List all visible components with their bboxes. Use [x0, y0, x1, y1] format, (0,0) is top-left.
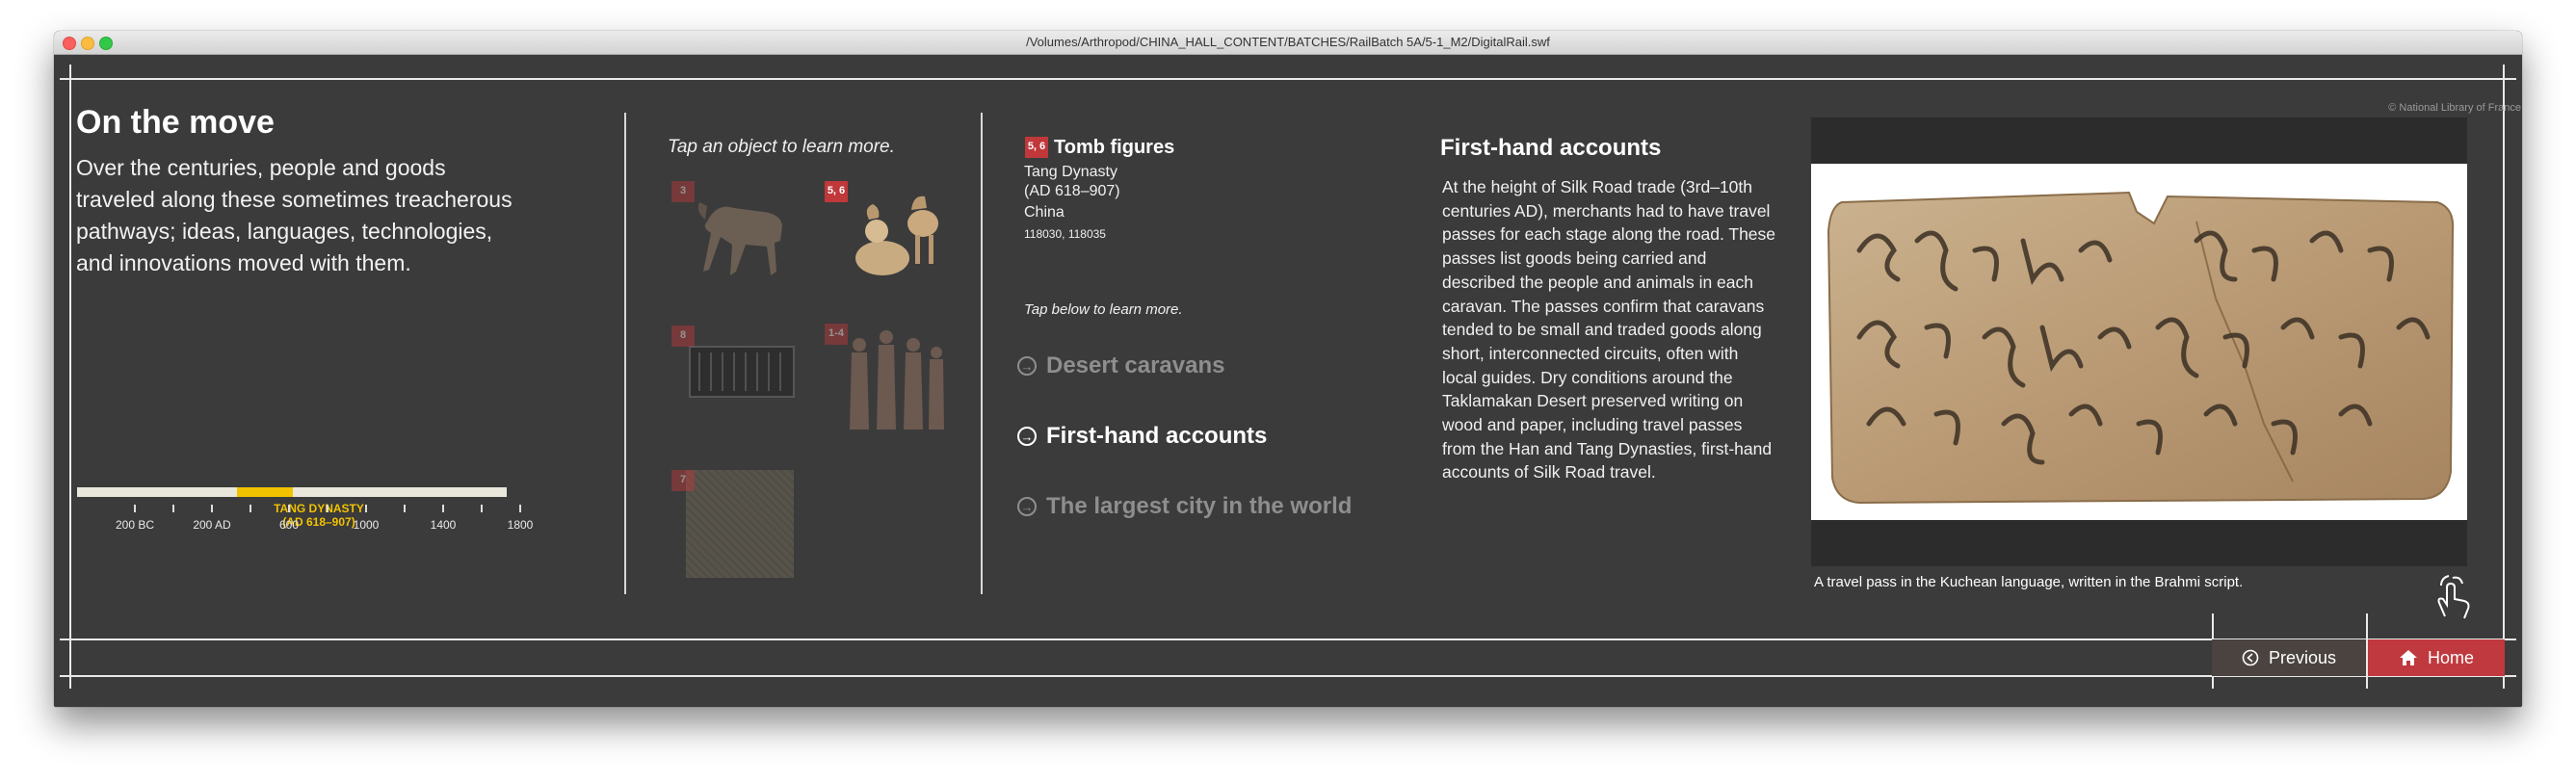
home-button[interactable]: Home [2368, 639, 2505, 676]
timeline-tick [519, 505, 521, 512]
guide-line-top [60, 78, 2516, 80]
tick-label: 600 [278, 518, 300, 532]
link-desert-caravans[interactable]: → Desert caravans [1017, 351, 1224, 381]
link-label: The largest city in the world [1046, 493, 1353, 519]
timeline-tick [442, 505, 444, 512]
image-credit: © National Library of France [2388, 102, 2521, 114]
page-title: On the move [76, 104, 275, 141]
link-first-hand-accounts[interactable]: → First-hand accounts [1017, 421, 1267, 452]
object-badge: 3 [671, 181, 695, 202]
tick-label: 1400 [430, 518, 457, 532]
title-bar: /Volumes/Arthropod/CHINA_HALL_CONTENT/BA… [54, 31, 2522, 55]
timeline-tick [250, 505, 251, 512]
guide-line-left [69, 65, 71, 689]
accounts-heading: First-hand accounts [1440, 135, 1662, 161]
intro-text: Over the centuries, people and goods tra… [76, 155, 513, 275]
object-badge: 5, 6 [825, 181, 848, 202]
detail-dynasty: Tang Dynasty [1024, 164, 1117, 180]
detail-title: Tomb figures [1054, 137, 1175, 158]
box-object-image [689, 346, 795, 398]
link-label: First-hand accounts [1046, 423, 1268, 449]
detail-catalog: 118030, 118035 [1024, 227, 1106, 241]
previous-label: Previous [2268, 647, 2337, 667]
timeline-tick [404, 505, 406, 512]
previous-button[interactable]: Previous [2212, 639, 2366, 676]
figurines-image [850, 330, 944, 430]
object-badge: 1-4 [825, 324, 848, 345]
tick-label: 200 AD [193, 518, 231, 532]
timeline-highlight [236, 487, 294, 497]
textile-image [686, 470, 794, 578]
camel-figure-image [855, 196, 938, 275]
timeline-tick [327, 505, 329, 512]
arrow-circle-icon: → [1017, 427, 1037, 446]
horse-figure-image [697, 202, 782, 275]
timeline-tick [172, 505, 174, 512]
timeline-tick [365, 505, 367, 512]
timeline-tick [134, 505, 136, 512]
tick-label: 200 BC [115, 518, 155, 532]
arrow-left-circle-icon [2242, 649, 2259, 666]
timeline-tick [288, 505, 290, 512]
home-label: Home [2427, 647, 2474, 667]
link-largest-city[interactable]: → The largest city in the world [1017, 491, 1352, 522]
timeline-bar[interactable] [77, 487, 507, 497]
arrow-circle-icon: → [1017, 356, 1037, 376]
timeline-tick [481, 505, 483, 512]
window-title: /Volumes/Arthropod/CHINA_HALL_CONTENT/BA… [1026, 35, 1550, 49]
tick-label: 1000 [353, 518, 380, 532]
object-badge: 8 [671, 326, 695, 347]
era-name: TANG DYNASTY [274, 502, 364, 515]
timeline-tick [211, 505, 213, 512]
section-divider-1 [624, 113, 626, 594]
object-badge: 7 [671, 470, 695, 491]
detail-origin: China [1024, 204, 1065, 221]
tick-label: 1800 [507, 518, 534, 532]
image-panel [1811, 117, 2467, 566]
detail-badge: 5, 6 [1025, 137, 1048, 158]
arrow-circle-icon: → [1017, 497, 1037, 516]
section-divider-2 [981, 113, 983, 594]
detail-dates: (AD 618–907) [1024, 183, 1120, 199]
guide-line-right [2503, 65, 2505, 689]
guide-line-bottom-upper [60, 639, 2516, 640]
travel-pass-image[interactable] [1811, 164, 2467, 520]
link-label: Desert caravans [1046, 352, 1225, 378]
image-caption: A travel pass in the Kuchean language, w… [1814, 574, 2244, 590]
accounts-body: At the height of Silk Road trade (3rd–10… [1442, 177, 1776, 482]
guide-line-bottom-lower [60, 675, 2516, 677]
home-icon [2399, 650, 2417, 665]
objects-hint: Tap an object to learn more. [668, 137, 895, 157]
tap-below-hint: Tap below to learn more. [1024, 301, 1183, 318]
touch-hand-icon [2437, 575, 2470, 619]
